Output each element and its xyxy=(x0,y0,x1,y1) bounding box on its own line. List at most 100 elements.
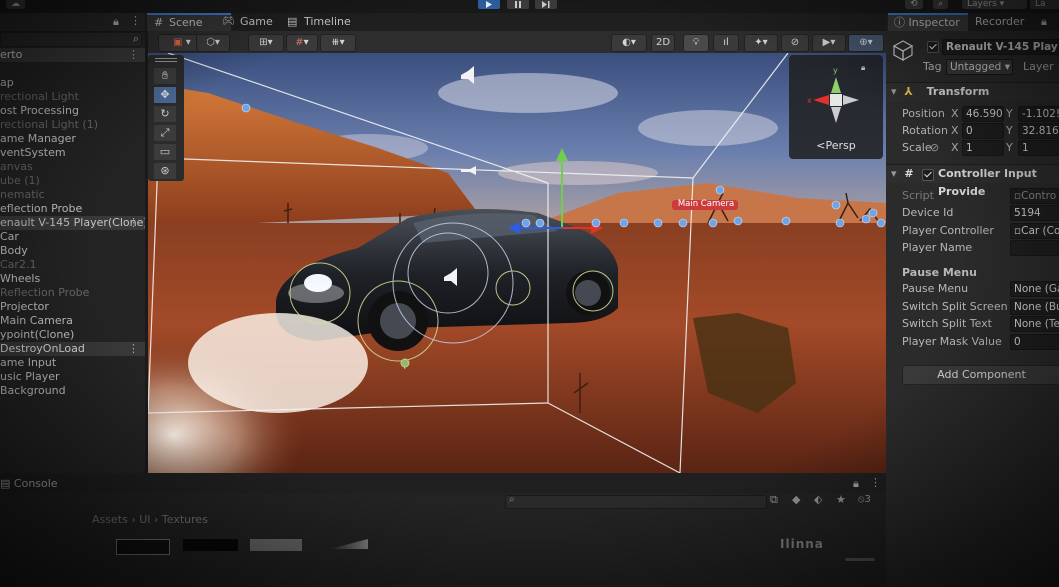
hierarchy-scene-row[interactable]: erto ⋮ xyxy=(0,48,145,62)
hierarchy-item[interactable]: nematic xyxy=(0,188,145,202)
hierarchy-item[interactable]: enault V-145 Player(Clone) ⋮ xyxy=(0,216,145,230)
console-tab[interactable]: ▤ Console xyxy=(0,477,58,490)
hierarchy-item[interactable]: Projector xyxy=(0,300,145,314)
menu-kebab-icon[interactable]: ⋮ xyxy=(130,14,141,27)
transform-header[interactable]: ▾ ⅄ Transform xyxy=(886,82,1059,101)
menu-kebab-icon[interactable]: ⋮ xyxy=(128,216,139,230)
menu-kebab-icon[interactable]: ⋮ xyxy=(128,342,139,356)
cloud-icon[interactable]: ☁ xyxy=(6,0,25,9)
menu-kebab-icon[interactable]: ⋮ xyxy=(128,48,139,62)
hand-tool-icon[interactable]: ✋︎ xyxy=(154,68,176,84)
filter-icon[interactable]: ⧉ xyxy=(770,493,778,507)
hierarchy-item[interactable]: Car xyxy=(0,230,145,244)
hierarchy-item[interactable]: ypoint(Clone) xyxy=(0,328,145,342)
device-id-field[interactable]: 5194 xyxy=(1010,205,1059,221)
hierarchy-item[interactable]: Reflection Probe xyxy=(0,286,145,300)
hierarchy-item[interactable]: ventSystem xyxy=(0,146,145,160)
texture-thumbnail-label[interactable]: Ilinna xyxy=(780,537,840,551)
step-button[interactable] xyxy=(535,0,557,9)
projection-label[interactable]: <Persp xyxy=(789,139,883,152)
controller-input-header[interactable]: ▾ # Controller Input Provide xyxy=(886,164,1059,198)
move-tool-icon[interactable]: ✥ xyxy=(154,87,176,103)
breadcrumb-assets[interactable]: Assets xyxy=(92,513,128,526)
audio-toggle[interactable]: ıl xyxy=(713,34,739,52)
label-icon[interactable]: ⬖ xyxy=(814,493,822,506)
grid-dropdown[interactable]: #▾ xyxy=(286,34,318,52)
thumbnail-size-slider[interactable] xyxy=(845,558,875,561)
tag-dropdown[interactable]: Untagged ▾ xyxy=(946,59,1013,75)
tab-inspector[interactable]: ⓘ Inspector xyxy=(888,13,968,31)
scene-viewport[interactable]: Main Camera ✋︎ ✥ ↻ ⤢ ▭ ⊛ 🔒︎ y x <Persp xyxy=(148,53,886,473)
hierarchy-item[interactable]: ost Processing xyxy=(0,104,145,118)
rect-tool-icon[interactable]: ▭ xyxy=(154,144,176,160)
link-icon[interactable]: ⊘ xyxy=(930,141,939,154)
hierarchy-item[interactable]: eflection Probe xyxy=(0,202,145,216)
lighting-toggle[interactable]: 💡︎ xyxy=(683,34,709,52)
scale-tool-icon[interactable]: ⤢ xyxy=(154,125,176,141)
project-search-input[interactable]: ⌕ xyxy=(505,494,767,509)
object-name-field[interactable]: Renault V-145 Play xyxy=(942,39,1059,55)
active-checkbox[interactable] xyxy=(927,41,939,53)
pivot-dropdown[interactable]: ⊞▾ xyxy=(248,34,284,52)
player-name-field[interactable] xyxy=(1010,240,1059,256)
history-icon[interactable]: ⟲ xyxy=(905,0,923,9)
scale-y-field[interactable]: 1 xyxy=(1018,140,1059,156)
hierarchy-item[interactable]: Wheels xyxy=(0,272,145,286)
switch-split-screen-field[interactable]: None (Bu xyxy=(1010,299,1059,315)
hierarchy-item[interactable]: Main Camera xyxy=(0,314,145,328)
breadcrumb-textures[interactable]: Textures xyxy=(162,513,208,526)
lock-icon[interactable]: 🔒︎ xyxy=(1041,13,1047,31)
texture-thumbnail[interactable] xyxy=(183,539,238,551)
hierarchy-item[interactable]: rectional Light (1) xyxy=(0,118,145,132)
play-button[interactable] xyxy=(478,0,500,9)
component-enabled-checkbox[interactable] xyxy=(922,169,934,181)
orientation-gizmo[interactable]: 🔒︎ y x <Persp xyxy=(789,55,883,159)
effects-dropdown[interactable]: ✦▾ xyxy=(744,34,778,52)
scale-x-field[interactable]: 1 xyxy=(962,140,1004,156)
hierarchy-item[interactable]: Background xyxy=(0,384,145,398)
hierarchy-search-input[interactable]: ⌕ xyxy=(0,32,142,47)
favorite-star-icon[interactable]: ★ xyxy=(836,493,846,506)
layers-dropdown[interactable]: Layers ▾ xyxy=(962,0,1027,9)
hierarchy-item[interactable]: ame Manager xyxy=(0,132,145,146)
snap-dropdown[interactable]: ⧻▾ xyxy=(320,34,356,52)
hierarchy-item[interactable]: rectional Light xyxy=(0,90,145,104)
hierarchy-item[interactable]: ame Input xyxy=(0,356,145,370)
texture-thumbnail[interactable] xyxy=(250,539,302,551)
tab-recorder[interactable]: Recorder xyxy=(975,13,1035,31)
hierarchy-item[interactable]: Car2.1 xyxy=(0,258,145,272)
texture-thumbnail[interactable] xyxy=(116,539,170,555)
tab-timeline[interactable]: ▤ Timeline xyxy=(282,13,379,31)
lock-icon[interactable]: 🔒︎ xyxy=(853,477,859,491)
rotation-x-field[interactable]: 0 xyxy=(962,123,1004,139)
transform-tool-icon[interactable]: ⊛ xyxy=(154,163,176,179)
hierarchy-item[interactable]: ube (1) xyxy=(0,174,145,188)
hierarchy-item[interactable]: ap xyxy=(0,76,145,90)
lock-icon[interactable]: 🔒︎ xyxy=(113,15,119,29)
visibility-toggle[interactable]: ⊘ xyxy=(781,34,809,52)
layout-dropdown[interactable]: La xyxy=(1030,0,1059,9)
player-mask-field[interactable]: 0 xyxy=(1010,334,1059,350)
hierarchy-item[interactable]: DestroyOnLoad ⋮ xyxy=(0,342,145,356)
menu-kebab-icon[interactable]: ⋮ xyxy=(870,476,881,489)
gizmos-dropdown[interactable]: ⊕▾ xyxy=(848,34,884,52)
hierarchy-item[interactable]: Body xyxy=(0,244,145,258)
breadcrumb-ui[interactable]: UI xyxy=(139,513,150,526)
hierarchy-item[interactable]: anvas xyxy=(0,160,145,174)
add-component-button[interactable]: Add Component xyxy=(902,365,1059,385)
rotate-tool-icon[interactable]: ↻ xyxy=(154,106,176,122)
2d-toggle[interactable]: 2D xyxy=(651,34,675,52)
shading-dropdown[interactable]: ⬡▾ xyxy=(196,34,230,52)
position-x-field[interactable]: 46.590 xyxy=(962,106,1004,122)
rotation-y-field[interactable]: 32.816 xyxy=(1018,123,1059,139)
type-filter-icon[interactable]: ◆ xyxy=(792,493,800,506)
pause-button[interactable] xyxy=(507,0,529,9)
hierarchy-item[interactable]: usic Player xyxy=(0,370,145,384)
palette-grip-icon[interactable] xyxy=(155,58,177,62)
switch-split-text-field[interactable]: None (Te xyxy=(1010,316,1059,332)
position-y-field[interactable]: -1.102! xyxy=(1018,106,1059,122)
player-controller-field[interactable]: ▫Car (Co xyxy=(1010,223,1059,239)
hidden-count[interactable]: ⦸3 xyxy=(858,494,871,505)
pause-menu-field[interactable]: None (Ga xyxy=(1010,281,1059,297)
search-icon[interactable]: ⌕ xyxy=(933,0,949,9)
